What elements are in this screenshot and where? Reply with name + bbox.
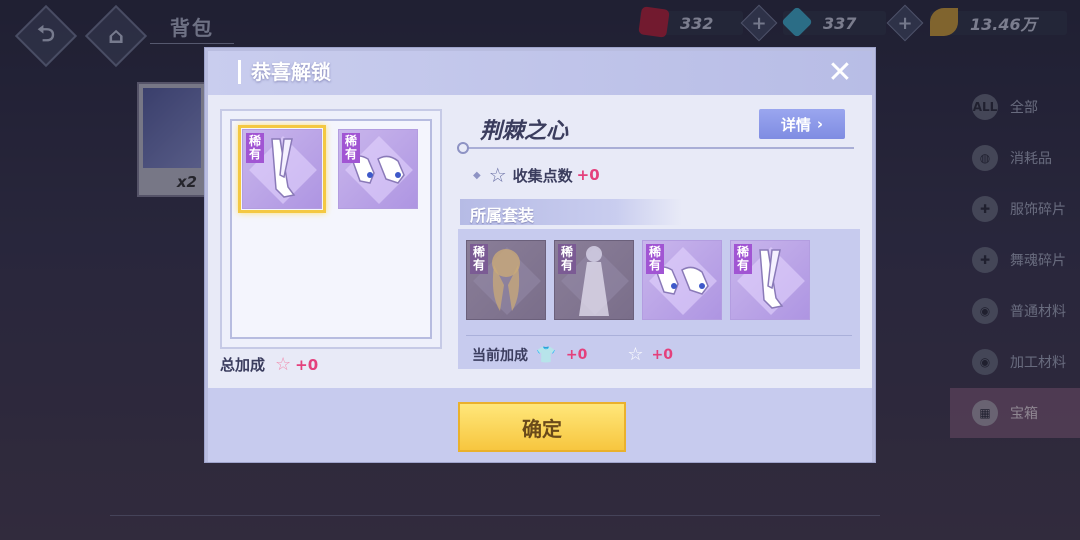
close-button[interactable]: ✕ <box>826 58 854 88</box>
star-outline-icon: ☆ <box>488 163 507 187</box>
details-label: 详情 <box>780 115 811 134</box>
set-item-hair[interactable]: 稀有 <box>466 240 546 320</box>
rarity-badge: 稀有 <box>646 244 664 274</box>
shirt-icon: 👕 <box>536 345 556 364</box>
unlocked-items-panel: 稀有 稀有 <box>220 109 442 349</box>
selection-frame <box>238 125 326 213</box>
rarity-badge: 稀有 <box>342 133 360 163</box>
bullet-icon: ◆ <box>473 169 481 181</box>
close-icon: ✕ <box>827 55 853 90</box>
unlocked-items-grid: 稀有 稀有 <box>230 119 432 339</box>
current-bonus-label: 当前加成 <box>472 347 528 364</box>
divider-dot <box>457 142 469 154</box>
chevron-right-icon: › <box>816 115 824 133</box>
current-bonus-star-value: +0 <box>651 346 674 363</box>
item-name: 荆棘之心 <box>480 119 569 144</box>
set-divider <box>466 335 852 336</box>
star-outline-icon: ☆ <box>275 354 292 375</box>
collect-points-row: ◆ ☆ 收集点数 +0 <box>473 163 600 187</box>
dialog-footer: 确定 <box>208 385 872 462</box>
set-section-header: 所属套装 <box>460 199 682 225</box>
star-outline-icon: ☆ <box>627 344 644 365</box>
current-bonus-row: 当前加成 👕 +0 ☆ +0 <box>472 344 673 365</box>
unlocked-item-shoes[interactable]: 稀有 <box>338 129 418 209</box>
total-bonus-label: 总加成 <box>220 356 266 374</box>
set-item-boots[interactable]: 稀有 <box>730 240 810 320</box>
total-bonus: 总加成 ☆ +0 <box>220 354 318 375</box>
confirm-button[interactable]: 确定 <box>458 402 626 452</box>
set-item-dress[interactable]: 稀有 <box>554 240 634 320</box>
set-section-title: 所属套装 <box>470 206 535 225</box>
collect-points-value: +0 <box>576 166 600 184</box>
current-bonus-shirt-value: +0 <box>565 346 588 363</box>
dialog-header: 恭喜解锁 ✕ <box>208 51 872 95</box>
details-button[interactable]: 详情 › <box>759 109 845 139</box>
set-item-shoes[interactable]: 稀有 <box>642 240 722 320</box>
collect-points-label: 收集点数 <box>512 166 573 185</box>
rarity-badge: 稀有 <box>734 244 752 274</box>
rarity-badge: 稀有 <box>470 244 488 274</box>
unlock-dialog: 恭喜解锁 ✕ 稀有 稀有 总加成 ☆ +0 荆棘之心 详情 › ◆ ☆ 收集点数… <box>205 48 875 462</box>
name-divider <box>462 147 854 149</box>
total-bonus-value: +0 <box>295 355 319 374</box>
rarity-badge: 稀有 <box>558 244 576 274</box>
dialog-title: 恭喜解锁 <box>238 60 331 84</box>
